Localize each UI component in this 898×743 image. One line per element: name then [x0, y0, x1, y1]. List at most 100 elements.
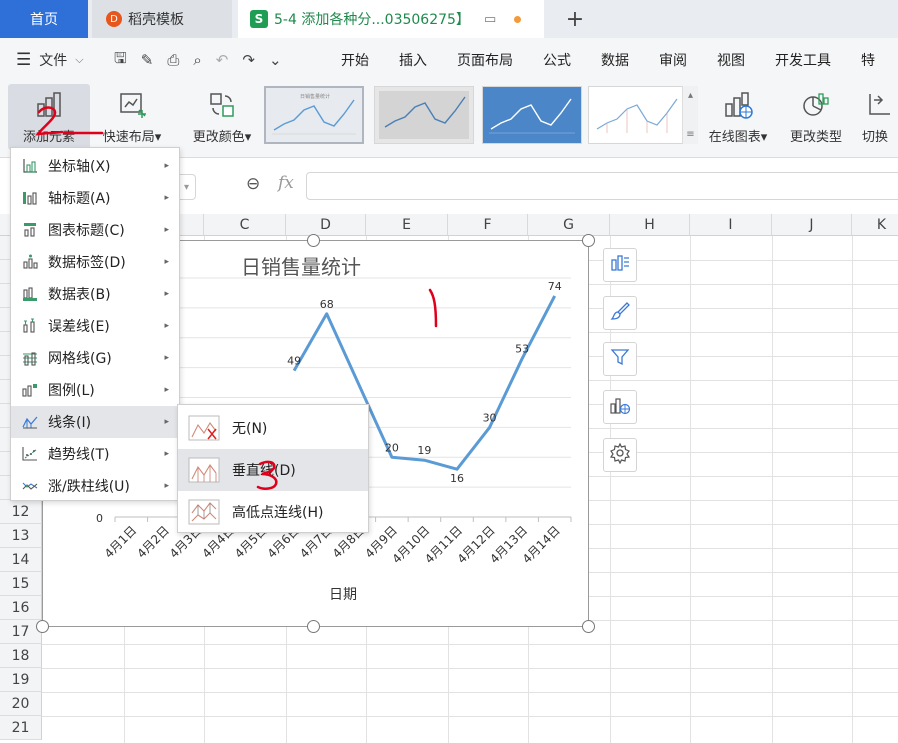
zoom-icon[interactable]: ⊖ [246, 174, 260, 194]
menu-item-legend[interactable]: 图例(L) ▸ [11, 374, 179, 406]
formula-input[interactable] [306, 172, 898, 200]
row-header-12[interactable]: 12 [0, 500, 42, 524]
menu-item-data-table[interactable]: 数据表(B) ▸ [11, 278, 179, 310]
undo-icon[interactable]: ↶ [216, 51, 229, 69]
menu-item-axis-title[interactable]: 轴标题(A) ▸ [11, 182, 179, 214]
menu-item-data-label[interactable]: 数据标签(D) ▸ [11, 246, 179, 278]
redo-icon[interactable]: ↷ [242, 51, 255, 69]
menu-page-layout[interactable]: 页面布局 [442, 50, 528, 70]
change-type-label: 更改类型 [789, 130, 842, 145]
data-label[interactable]: 19 [417, 444, 431, 457]
name-box-dropdown[interactable]: ▾ [178, 174, 196, 200]
data-label[interactable]: 68 [320, 298, 334, 311]
column-header-d[interactable]: D [286, 214, 366, 236]
data-label[interactable]: 74 [548, 280, 562, 293]
column-header-g[interactable]: G [528, 214, 610, 236]
error-bar-icon [21, 317, 39, 335]
menu-item-lines[interactable]: 线条(I) ▸ [11, 406, 179, 438]
monitor-icon[interactable]: ▭ [484, 12, 496, 27]
chart-style-1[interactable]: 日销售量统计 [264, 86, 364, 144]
x-axis-title[interactable]: 日期 [329, 587, 357, 603]
menu-item-trendline[interactable]: 趋势线(T) ▸ [11, 438, 179, 470]
row-header-19[interactable]: 19 [0, 668, 42, 692]
data-label[interactable]: 49 [287, 355, 301, 368]
chart-elements-button[interactable] [603, 248, 637, 282]
chart-style-button[interactable] [603, 296, 637, 330]
grid-line [42, 644, 898, 645]
submenu-item-high-low-label: 高低点连线(H) [232, 505, 324, 521]
column-header-c[interactable]: C [204, 214, 286, 236]
row-header-21[interactable]: 21 [0, 716, 42, 740]
add-element-button[interactable]: 添加元素 [8, 84, 90, 150]
menu-item-gridline[interactable]: 网格线(G) ▸ [11, 342, 179, 374]
row-header-16[interactable]: 16 [0, 596, 42, 620]
svg-text:日销售量统计: 日销售量统计 [300, 93, 330, 100]
chart-style-2[interactable] [374, 86, 474, 144]
data-label[interactable]: 30 [483, 411, 497, 424]
save-icon[interactable]: 🖫 [114, 48, 127, 73]
change-type-icon [799, 88, 833, 122]
menu-special[interactable]: 特 [846, 50, 890, 70]
scroll-up-icon[interactable]: ▴ [688, 90, 693, 101]
chart-style-4[interactable] [588, 86, 688, 144]
row-header-15[interactable]: 15 [0, 572, 42, 596]
chart-settings-button[interactable] [603, 438, 637, 472]
chart-title[interactable]: 日销售量统计 [241, 255, 361, 279]
menu-item-updown-bar[interactable]: 涨/跌柱线(U) ▸ [11, 470, 179, 502]
row-header-18[interactable]: 18 [0, 644, 42, 668]
resize-handle-bottom-left[interactable] [36, 620, 49, 633]
data-label[interactable]: 53 [515, 343, 529, 356]
switch-button[interactable]: 切换 [862, 84, 898, 150]
data-label[interactable]: 20 [385, 441, 399, 454]
file-menu[interactable]: ☰ 文件 ⌵ [0, 50, 108, 70]
menu-developer[interactable]: 开发工具 [760, 50, 846, 70]
print-icon[interactable]: ⎙ [167, 51, 179, 69]
online-chart-button[interactable]: 在线图表▾ [700, 84, 776, 150]
column-header-e[interactable]: E [366, 214, 448, 236]
add-element-menu: 坐标轴(X) ▸ 轴标题(A) ▸ 图表标题(C) ▸ 数据标签(D) ▸ 数据… [10, 147, 180, 501]
gallery-expand-icon[interactable]: ≡ [686, 129, 694, 140]
quick-layout-button[interactable]: 快速布局▾ [94, 84, 170, 150]
new-tab-button[interactable]: + [560, 0, 590, 38]
column-header-f[interactable]: F [448, 214, 528, 236]
row-header-20[interactable]: 20 [0, 692, 42, 716]
column-header-i[interactable]: I [690, 214, 772, 236]
menu-view[interactable]: 视图 [702, 50, 760, 70]
column-header-h[interactable]: H [610, 214, 690, 236]
data-label[interactable]: 16 [450, 472, 464, 485]
gallery-scroll[interactable]: ▴ ≡ [682, 86, 698, 144]
submenu-item-none[interactable]: 无(N) [178, 407, 368, 449]
tab-file[interactable]: S 5-4 添加各种分...03506275】 ▭ [238, 0, 544, 38]
resize-handle-top-right[interactable] [582, 234, 595, 247]
menu-review[interactable]: 审阅 [644, 50, 702, 70]
change-color-button[interactable]: 更改颜色▾ [184, 84, 260, 150]
more-icon[interactable]: ⌄ [269, 51, 282, 69]
legend-icon [21, 381, 39, 399]
format-painter-icon[interactable]: ✎ [141, 51, 154, 69]
change-type-button[interactable]: 更改类型 [780, 84, 852, 150]
chart-filter-button[interactable] [603, 342, 637, 376]
tab-home[interactable]: 首页 [0, 0, 88, 38]
menu-start[interactable]: 开始 [326, 50, 384, 70]
chart-style-3[interactable] [482, 86, 582, 144]
menu-data[interactable]: 数据 [586, 50, 644, 70]
menu-insert[interactable]: 插入 [384, 50, 442, 70]
tab-template[interactable]: D 稻壳模板 [92, 0, 232, 38]
menu-item-chart-title[interactable]: 图表标题(C) ▸ [11, 214, 179, 246]
submenu-item-high-low[interactable]: 高低点连线(H) [178, 491, 368, 533]
online-chart-side-button[interactable] [603, 390, 637, 424]
column-header-j[interactable]: J [772, 214, 852, 236]
submenu-item-drop-lines[interactable]: 垂直线(D) [178, 449, 368, 491]
menu-item-data-label-label: 数据标签(D) [48, 255, 126, 271]
menu-item-axis[interactable]: 坐标轴(X) ▸ [11, 150, 179, 182]
row-header-14[interactable]: 14 [0, 548, 42, 572]
row-header-13[interactable]: 13 [0, 524, 42, 548]
print-preview-icon[interactable]: ⌕ [193, 51, 201, 69]
chevron-right-icon: ▸ [164, 193, 169, 203]
column-header-k[interactable]: K [852, 214, 898, 236]
resize-handle-bottom-right[interactable] [582, 620, 595, 633]
resize-handle-bottom[interactable] [307, 620, 320, 633]
menu-item-error-bar[interactable]: 误差线(E) ▸ [11, 310, 179, 342]
menu-formula[interactable]: 公式 [528, 50, 586, 70]
resize-handle-top[interactable] [307, 234, 320, 247]
